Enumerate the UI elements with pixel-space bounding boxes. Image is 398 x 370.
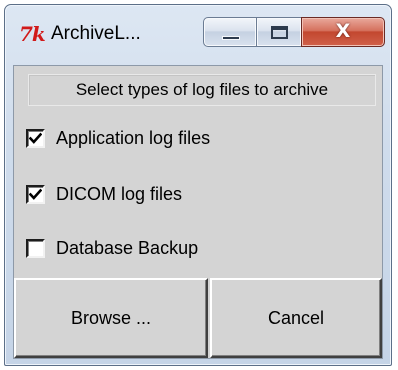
- minimize-button[interactable]: [203, 17, 257, 47]
- window-title: ArchiveL...: [51, 23, 141, 44]
- database-backup-label[interactable]: Database Backup: [56, 238, 198, 259]
- title-bar[interactable]: 7k ArchiveL... X: [5, 5, 391, 59]
- tk-app-icon: 7k: [19, 22, 46, 46]
- dialog-heading: Select types of log files to archive: [28, 74, 376, 106]
- archive-log-window: 7k ArchiveL... X Select types of log fil…: [4, 4, 392, 366]
- application-logs-checkbox[interactable]: [26, 128, 45, 148]
- dicom-logs-label[interactable]: DICOM log files: [56, 184, 182, 205]
- cancel-button[interactable]: Cancel: [210, 278, 382, 358]
- checkmark-icon: [29, 132, 42, 144]
- dicom-logs-checkbox[interactable]: [26, 184, 45, 204]
- checkmark-icon: [29, 188, 42, 200]
- option-database-backup[interactable]: Database Backup: [26, 234, 198, 262]
- minimize-icon: [222, 36, 240, 40]
- maximize-button[interactable]: [256, 17, 302, 47]
- option-dicom-logs[interactable]: DICOM log files: [26, 180, 182, 208]
- close-button[interactable]: X: [301, 17, 385, 47]
- dialog-body: Select types of log files to archive App…: [13, 65, 383, 359]
- maximize-icon: [271, 26, 288, 39]
- option-application-logs[interactable]: Application log files: [26, 124, 210, 152]
- browse-button[interactable]: Browse ...: [14, 278, 208, 358]
- close-icon: X: [335, 20, 351, 42]
- application-logs-label[interactable]: Application log files: [56, 128, 210, 149]
- database-backup-checkbox[interactable]: [26, 238, 45, 258]
